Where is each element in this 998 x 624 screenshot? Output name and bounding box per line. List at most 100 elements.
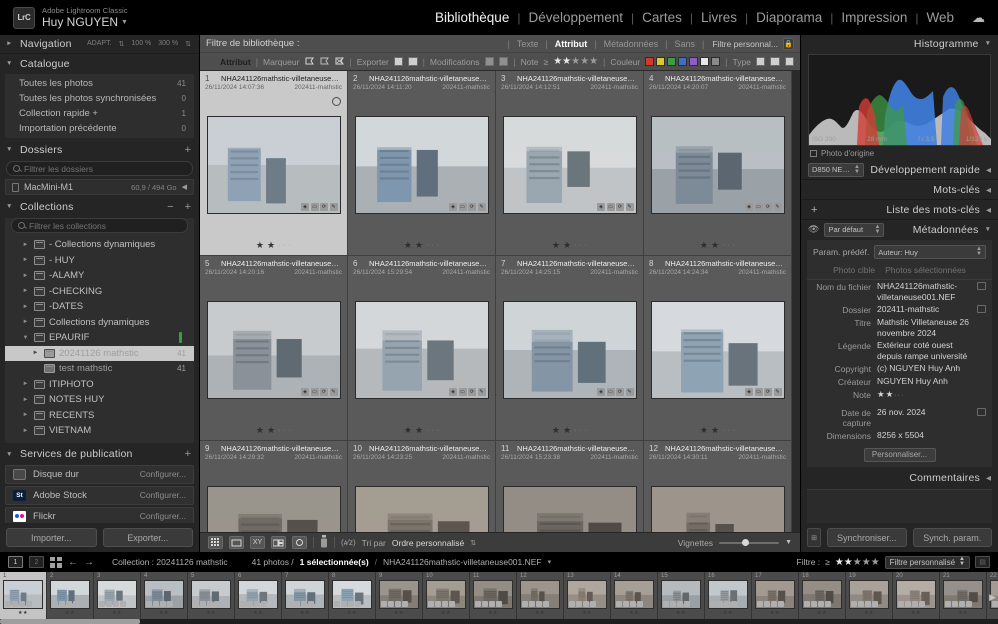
collection-filter-field[interactable] [11, 218, 188, 233]
badge-icon[interactable]: ⟳ [616, 202, 624, 211]
star-filled-icon[interactable]: ★ [553, 56, 562, 67]
badge-icon[interactable]: ◈ [301, 202, 309, 211]
filmstrip-thumbnail[interactable] [286, 581, 324, 608]
metadata-action-icon[interactable] [977, 305, 986, 313]
filmstrip-rating[interactable]: ★★ [347, 610, 357, 616]
status-caret-icon[interactable]: ▾ [548, 558, 552, 566]
metadata-field-value[interactable]: Extérieur coté ouest depuis rampe univer… [877, 340, 971, 361]
grid-cell[interactable]: 11 NHA241126mathstic-villetaneuse011.NEF2… [496, 441, 644, 532]
filmstrip-cell[interactable]: 6 ★★ [235, 572, 282, 624]
disclosure-triangle-icon[interactable]: ► [21, 257, 30, 263]
filmstrip-rating[interactable]: ★★ [441, 610, 451, 616]
badge-icon[interactable]: ✎ [625, 202, 634, 211]
badge-icon[interactable]: ◈ [745, 202, 753, 211]
filmstrip-thumbnail[interactable] [239, 581, 277, 608]
star-empty-icon[interactable]: ★ [862, 557, 871, 568]
metadata-capture-value[interactable]: 26 nov. 2024 [877, 407, 971, 418]
loupe-view-icon[interactable] [229, 536, 244, 549]
star-filled-icon[interactable]: ★ [886, 389, 895, 399]
metadata-action-icon[interactable] [977, 282, 986, 290]
star-empty-icon[interactable]: · [278, 242, 280, 249]
badge-icon[interactable]: ◈ [449, 202, 457, 211]
navigator-zoom-100[interactable]: 100 % [131, 40, 151, 47]
filmstrip-rating[interactable]: ★★ [582, 610, 592, 616]
next-arrow-icon[interactable]: → [84, 557, 94, 568]
badge-icon[interactable]: ⟳ [468, 202, 476, 211]
filmstrip-cell[interactable]: 1 ★★ [0, 572, 47, 624]
filmstrip-rating[interactable]: ★★ [770, 610, 780, 616]
badge-icon[interactable]: ◈ [301, 387, 309, 396]
badge-icon[interactable]: ✎ [477, 387, 486, 396]
filmstrip-thumbnail[interactable] [709, 581, 747, 608]
filter-operator[interactable]: ≥ [825, 557, 830, 567]
thumbnail-frame[interactable]: ◈▭⟳✎ [651, 486, 784, 532]
original-photo-toggle[interactable]: Photo d'origine [801, 146, 998, 161]
star-filled-icon[interactable]: ★ [844, 557, 853, 568]
filmstrip-cell[interactable]: 10 ★★ [423, 572, 470, 624]
star-filled-icon[interactable]: ★ [552, 240, 560, 251]
status-filter-preset-combo[interactable]: Filtre personnalisé ▲ ▼ [884, 555, 970, 569]
cell-rating[interactable]: ★ ★ · · · [200, 235, 347, 255]
filter-tab-sans[interactable]: Sans [667, 39, 702, 49]
star-empty-icon[interactable]: · [574, 427, 576, 434]
toolbar-caret-icon[interactable]: ▼ [785, 539, 792, 546]
publish-configure-link[interactable]: Configurer... [140, 469, 186, 479]
badge-icon[interactable]: ▭ [606, 387, 615, 396]
thumbnail-frame[interactable]: ◈▭⟳✎ [355, 116, 488, 213]
star-filled-icon[interactable]: ★ [552, 425, 560, 436]
filmstrip-cell[interactable]: 16 ★★ [705, 572, 752, 624]
badge-icon[interactable]: ✎ [625, 387, 634, 396]
metadata-field-value[interactable]: NGUYEN Huy Anh [877, 376, 971, 387]
star-empty-icon[interactable]: ★ [589, 56, 598, 67]
filmstrip-cell[interactable]: 14 ★★ [611, 572, 658, 624]
filmstrip-cell[interactable]: 8 ★★ [329, 572, 376, 624]
collection-item[interactable]: ► -ALAMY [5, 268, 194, 284]
star-filled-icon[interactable]: ★ [877, 389, 886, 399]
grid-cell[interactable]: 5 NHA241126mathstic-villetaneuse005.NEF26… [200, 256, 348, 441]
badge-icon[interactable]: ◈ [449, 387, 457, 396]
navigator-panel-header[interactable]: ► Navigation ADAPT. ⇅ 100 % 300 % ⇅ [0, 35, 199, 52]
star-empty-icon[interactable]: · [585, 242, 587, 249]
comments-body[interactable] [807, 488, 992, 523]
star-filled-icon[interactable]: ★ [267, 240, 275, 251]
color-swatch[interactable] [667, 57, 677, 66]
thumbnail-frame[interactable]: ◈▭⟳✎ [503, 116, 636, 213]
star-empty-icon[interactable]: · [722, 427, 724, 434]
sync-settings-button[interactable]: Synch. param. [912, 528, 992, 547]
star-empty-icon[interactable]: · [289, 427, 291, 434]
spray-can-icon[interactable] [320, 535, 328, 550]
filter-tab-attribut[interactable]: Attribut [548, 39, 595, 49]
quick-develop-preset-combo[interactable]: D850 NEF re...▲▼ [808, 162, 864, 177]
keyword-list-panel-header[interactable]: + Liste des mots-clés ◀ [801, 201, 998, 218]
badge-icon[interactable]: ✎ [773, 202, 782, 211]
collection-item[interactable]: ► NOTES HUY [5, 392, 194, 408]
disclosure-triangle-icon[interactable]: ▼ [6, 203, 15, 210]
publish-panel-header[interactable]: ▼ Services de publication + [0, 445, 199, 463]
star-empty-icon[interactable]: · [574, 242, 576, 249]
filmstrip-rating[interactable]: ★★ [65, 610, 75, 616]
filmstrip-thumbnail[interactable] [427, 581, 465, 608]
folders-panel-header[interactable]: ▼ Dossiers + [0, 141, 199, 158]
thumbnail-frame[interactable]: ◈▭⟳✎ [503, 301, 636, 398]
grid-cell[interactable]: 8 NHA241126mathstic-villetaneuse008.NEF26… [644, 256, 792, 441]
filmstrip-rating[interactable]: ★★ [817, 610, 827, 616]
star-filled-icon[interactable]: ★ [563, 240, 571, 251]
filmstrip-thumbnail[interactable] [850, 581, 888, 608]
cell-rating[interactable]: ★ ★ · · · [644, 235, 791, 255]
star-empty-icon[interactable]: · [733, 242, 735, 249]
publish-service-item[interactable]: Disque dur Configurer... [5, 464, 194, 484]
star-empty-icon[interactable]: · [727, 242, 729, 249]
export-button[interactable]: Exporter... [102, 528, 193, 547]
star-filled-icon[interactable]: ★ [404, 240, 412, 251]
remove-collection-icon[interactable]: − [167, 201, 173, 213]
filmstrip-thumbnail[interactable] [98, 581, 136, 608]
star-empty-icon[interactable]: ★ [871, 557, 880, 568]
publish-service-item[interactable]: St Adobe Stock Configurer... [5, 485, 194, 505]
filmstrip-rating[interactable]: ★★ [629, 610, 639, 616]
disclosure-triangle-icon[interactable]: ▼ [21, 335, 30, 341]
star-empty-icon[interactable]: · [727, 427, 729, 434]
filmstrip-cell[interactable]: 15 ★★ [658, 572, 705, 624]
grid-cell[interactable]: 6 NHA241126mathstic-villetaneuse006.NEF26… [348, 256, 496, 441]
collection-item[interactable]: test mathstic 41 [5, 361, 194, 377]
filter-lock-icon[interactable]: ▤ [975, 556, 990, 568]
